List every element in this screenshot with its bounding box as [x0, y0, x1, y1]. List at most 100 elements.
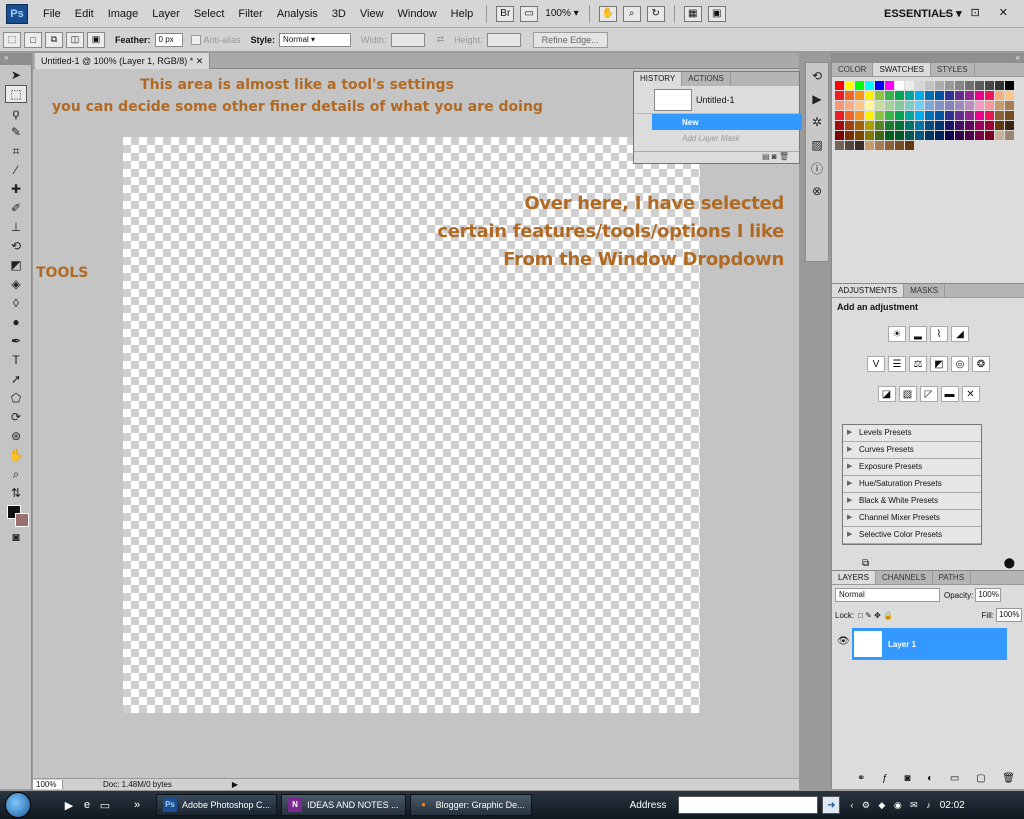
preset-curves[interactable]: Curves Presets	[843, 442, 981, 459]
gradient-map-icon[interactable]: ▬	[940, 386, 959, 402]
preset-channel-mixer[interactable]: Channel Mixer Presets	[843, 510, 981, 527]
color-swatch[interactable]	[965, 81, 974, 90]
pen-tool-icon[interactable]: ✒	[5, 332, 27, 350]
add-selection-icon[interactable]: ⧉	[45, 31, 63, 48]
color-swatch[interactable]	[835, 91, 844, 100]
color-swatch[interactable]	[855, 121, 864, 130]
color-swatch[interactable]	[845, 141, 854, 150]
color-swatch[interactable]	[995, 91, 1004, 100]
color-swatch[interactable]	[975, 121, 984, 130]
color-swatch[interactable]	[925, 101, 934, 110]
color-swatch[interactable]	[875, 131, 884, 140]
color-swatch[interactable]	[955, 111, 964, 120]
color-swatch[interactable]	[945, 91, 954, 100]
color-swatch[interactable]	[1005, 91, 1014, 100]
exposure-icon[interactable]: ◢	[951, 326, 969, 342]
color-swatch[interactable]	[985, 111, 994, 120]
color-swatch[interactable]	[915, 101, 924, 110]
color-swatch[interactable]	[975, 81, 984, 90]
color-swatch[interactable]	[865, 141, 874, 150]
background-color-swatch[interactable]	[15, 513, 29, 527]
quicklaunch-overflow-icon[interactable]: »	[128, 799, 146, 811]
tab-history[interactable]: HISTORY	[634, 72, 683, 86]
intersect-selection-icon[interactable]: ▣	[87, 31, 105, 48]
color-swatch[interactable]	[935, 91, 944, 100]
black-white-icon[interactable]: ◩	[930, 356, 948, 372]
color-swatch[interactable]	[895, 81, 904, 90]
color-swatch[interactable]	[875, 121, 884, 130]
color-swatch[interactable]	[955, 121, 964, 130]
color-swatch[interactable]	[1005, 101, 1014, 110]
system-tray-icons[interactable]: ‹ ⚙ ◆ ◉ ✉ ♪	[850, 800, 933, 811]
curves-icon[interactable]: ⌇	[930, 326, 948, 342]
color-swatch[interactable]	[885, 101, 894, 110]
color-swatch[interactable]	[985, 101, 994, 110]
color-swatch[interactable]	[975, 111, 984, 120]
internet-explorer-icon[interactable]: e	[78, 799, 96, 811]
selective-color-icon[interactable]: ✕	[961, 386, 980, 402]
photo-filter-icon[interactable]: ◎	[951, 356, 969, 372]
color-swatch[interactable]	[905, 81, 914, 90]
color-swatch[interactable]	[985, 131, 994, 140]
history-brush-tool-icon[interactable]: ⟲	[5, 237, 27, 255]
color-swatch[interactable]	[885, 111, 894, 120]
tab-paths[interactable]: PATHS	[933, 571, 972, 584]
color-swatch[interactable]	[875, 101, 884, 110]
task-photoshop[interactable]: Ps Adobe Photoshop C...	[156, 794, 278, 816]
color-swatch[interactable]	[995, 131, 1004, 140]
menu-3d[interactable]: 3D	[325, 8, 353, 20]
start-button[interactable]	[0, 791, 36, 819]
path-selection-tool-icon[interactable]: ➚	[5, 370, 27, 388]
color-swatch[interactable]	[875, 81, 884, 90]
hand-tool-icon[interactable]: ✋	[598, 5, 617, 22]
task-onenote[interactable]: N IDEAS AND NOTES ...	[281, 794, 406, 816]
color-swatch[interactable]	[955, 131, 964, 140]
color-swatch[interactable]	[915, 111, 924, 120]
color-swatch[interactable]	[905, 141, 914, 150]
color-swatch[interactable]	[915, 121, 924, 130]
tab-styles[interactable]: STYLES	[931, 63, 975, 76]
zoom-tool-icon[interactable]: ⌕	[5, 465, 27, 483]
color-swatch[interactable]	[835, 121, 844, 130]
color-swatch[interactable]	[835, 81, 844, 90]
color-swatch[interactable]	[895, 131, 904, 140]
feather-input[interactable]: 0 px	[154, 32, 183, 47]
adjustment-options-icon[interactable]: ⬤	[1004, 558, 1015, 569]
history-snapshot[interactable]: Untitled-1	[634, 86, 799, 114]
status-zoom[interactable]: 100%	[33, 780, 63, 789]
history-panel-icon[interactable]: ⟲	[807, 66, 827, 86]
color-swatch[interactable]	[965, 131, 974, 140]
layer-style-icon[interactable]: ƒ	[882, 773, 888, 784]
color-swatch[interactable]	[935, 121, 944, 130]
color-swatch[interactable]	[855, 91, 864, 100]
color-swatch[interactable]	[985, 121, 994, 130]
paint-bucket-tool-icon[interactable]: ◈	[5, 275, 27, 293]
address-go-arrow-icon[interactable]: ➜	[822, 796, 841, 814]
color-swatch[interactable]	[885, 91, 894, 100]
preset-exposure[interactable]: Exposure Presets	[843, 459, 981, 476]
menu-window[interactable]: Window	[391, 8, 444, 20]
levels-icon[interactable]: ▂	[909, 326, 927, 342]
type-tool-icon[interactable]: T	[5, 351, 27, 369]
color-swatch[interactable]	[1005, 111, 1014, 120]
blur-tool-icon[interactable]: ◊	[5, 294, 27, 312]
menu-analysis[interactable]: Analysis	[270, 8, 325, 20]
lasso-tool-icon[interactable]: ϙ	[5, 104, 27, 122]
color-swatch[interactable]	[915, 91, 924, 100]
rotate-view-icon[interactable]: ↻	[646, 5, 665, 22]
clone-stamp-tool-icon[interactable]: ⊥	[5, 218, 27, 236]
color-swatch[interactable]	[835, 111, 844, 120]
marquee-tool-icon[interactable]: ⬚	[5, 85, 27, 103]
preset-hue-saturation[interactable]: Hue/Saturation Presets	[843, 476, 981, 493]
color-swatch[interactable]	[945, 111, 954, 120]
layer-visibility-eye-icon[interactable]: 👁	[837, 636, 850, 647]
color-swatch[interactable]	[905, 101, 914, 110]
color-swatch[interactable]	[955, 81, 964, 90]
color-swatch[interactable]	[865, 101, 874, 110]
eraser-tool-icon[interactable]: ◩	[5, 256, 27, 274]
color-swatch[interactable]	[995, 101, 1004, 110]
color-swatch[interactable]	[925, 91, 934, 100]
color-swatch[interactable]	[865, 91, 874, 100]
swap-colors-icon[interactable]: ⇅	[5, 484, 27, 502]
adjustment-layer-icon[interactable]: ◐	[927, 773, 933, 784]
